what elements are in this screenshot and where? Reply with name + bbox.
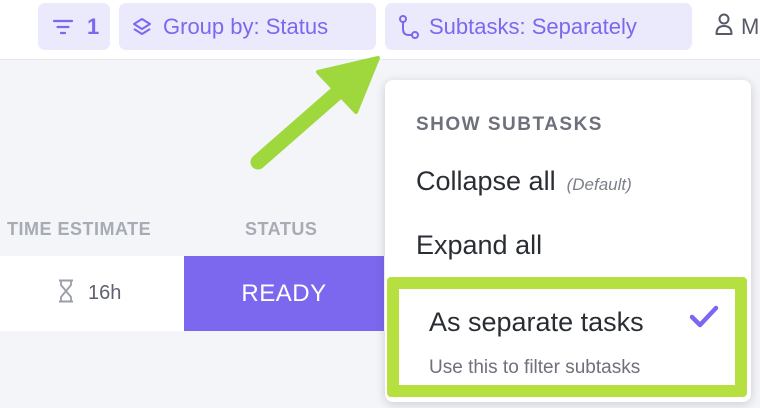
- column-header-status[interactable]: STATUS: [245, 219, 317, 240]
- toolbar: 1 Group by: Status Subtasks: Separately: [0, 0, 760, 60]
- me-label: M: [741, 13, 760, 39]
- filter-icon: [53, 18, 73, 36]
- column-header-time-estimate[interactable]: TIME ESTIMATE: [7, 219, 151, 240]
- checkmark-icon: [689, 305, 719, 334]
- time-estimate-value: 16h: [88, 282, 122, 304]
- me-filter-button[interactable]: M: [715, 3, 759, 50]
- menu-item-label: As separate tasks: [429, 307, 644, 337]
- user-icon: [715, 13, 733, 41]
- menu-item-description: Use this to filter subtasks: [429, 357, 641, 378]
- menu-item-separate-tasks[interactable]: As separate tasks Use this to filter sub…: [387, 277, 747, 397]
- menu-item-expand-all[interactable]: Expand all: [416, 230, 542, 261]
- group-by-label: Group by: Status: [163, 13, 329, 39]
- hourglass-icon: [58, 279, 74, 309]
- subtasks-label: Subtasks: Separately: [429, 13, 637, 39]
- filter-count: 1: [87, 13, 100, 39]
- default-note: (Default): [566, 175, 632, 194]
- status-badge[interactable]: READY: [184, 256, 384, 331]
- menu-title: SHOW SUBTASKS: [416, 114, 603, 135]
- group-by-button[interactable]: Group by: Status: [119, 3, 376, 50]
- table-row[interactable]: 16h READY: [0, 256, 395, 331]
- time-estimate-cell[interactable]: 16h: [0, 256, 184, 331]
- menu-item-label: Collapse all: [416, 166, 556, 196]
- subtasks-icon: [398, 14, 420, 39]
- subtasks-button[interactable]: Subtasks: Separately: [385, 3, 692, 50]
- menu-item-label: Expand all: [416, 230, 543, 260]
- menu-item-collapse-all[interactable]: Collapse all (Default): [416, 166, 632, 197]
- layers-icon: [132, 17, 152, 37]
- filter-button[interactable]: 1: [38, 3, 110, 50]
